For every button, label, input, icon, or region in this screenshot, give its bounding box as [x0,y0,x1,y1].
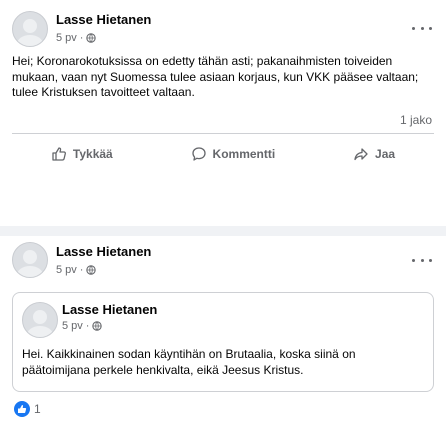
post-meta: 5 pv · [56,32,97,44]
divider [12,133,434,134]
post-time[interactable]: 5 pv [56,32,77,44]
author-avatar[interactable] [12,242,48,278]
shared-post[interactable]: Lasse Hietanen 5 pv · Hei. Kaikkinainen … [12,292,434,392]
comment-icon [191,147,206,161]
meta-separator: · [79,264,84,276]
like-reaction-icon [14,401,30,417]
shared-author-avatar[interactable] [22,302,58,338]
globe-icon [86,265,97,275]
shared-post-text: Hei. Kaikkinainen sodan käyntihän on Bru… [22,347,356,377]
shared-author-name[interactable]: Lasse Hietanen [62,302,157,317]
post-meta: 5 pv · [56,264,97,276]
share-count[interactable]: 1 jako [400,113,432,127]
share-label: Jaa [375,147,396,161]
meta-separator: · [85,320,90,332]
reaction-count: 1 [34,402,41,416]
more-options-icon[interactable] [412,22,432,34]
post-text: Hei; Koronarokotuksissa on edetty tähän … [12,54,419,99]
author-name[interactable]: Lasse Hietanen [56,244,151,259]
like-icon [52,147,66,161]
post-card: Lasse Hietanen 5 pv · Hei; Koronarokotuk… [0,0,446,226]
comment-button[interactable]: Kommentti [183,144,284,164]
like-button[interactable]: Tykkää [43,144,121,164]
post-time[interactable]: 5 pv [56,264,77,276]
like-label: Tykkää [72,147,113,161]
post-card: Lasse Hietanen 5 pv · Lasse Hietanen 5 p… [0,236,446,425]
globe-icon [86,33,97,43]
author-name[interactable]: Lasse Hietanen [56,12,151,27]
shared-post-time[interactable]: 5 pv [62,320,83,332]
author-avatar[interactable] [12,11,48,47]
comment-label: Kommentti [212,147,276,161]
globe-icon [92,321,103,331]
meta-separator: · [79,32,84,44]
share-icon [354,148,368,161]
share-button[interactable]: Jaa [345,144,403,164]
shared-post-meta: 5 pv · [62,320,103,332]
more-options-icon[interactable] [412,254,432,266]
post-actions: Tykkää Kommentti Jaa [12,142,434,166]
reaction-summary[interactable]: 1 [14,401,41,417]
